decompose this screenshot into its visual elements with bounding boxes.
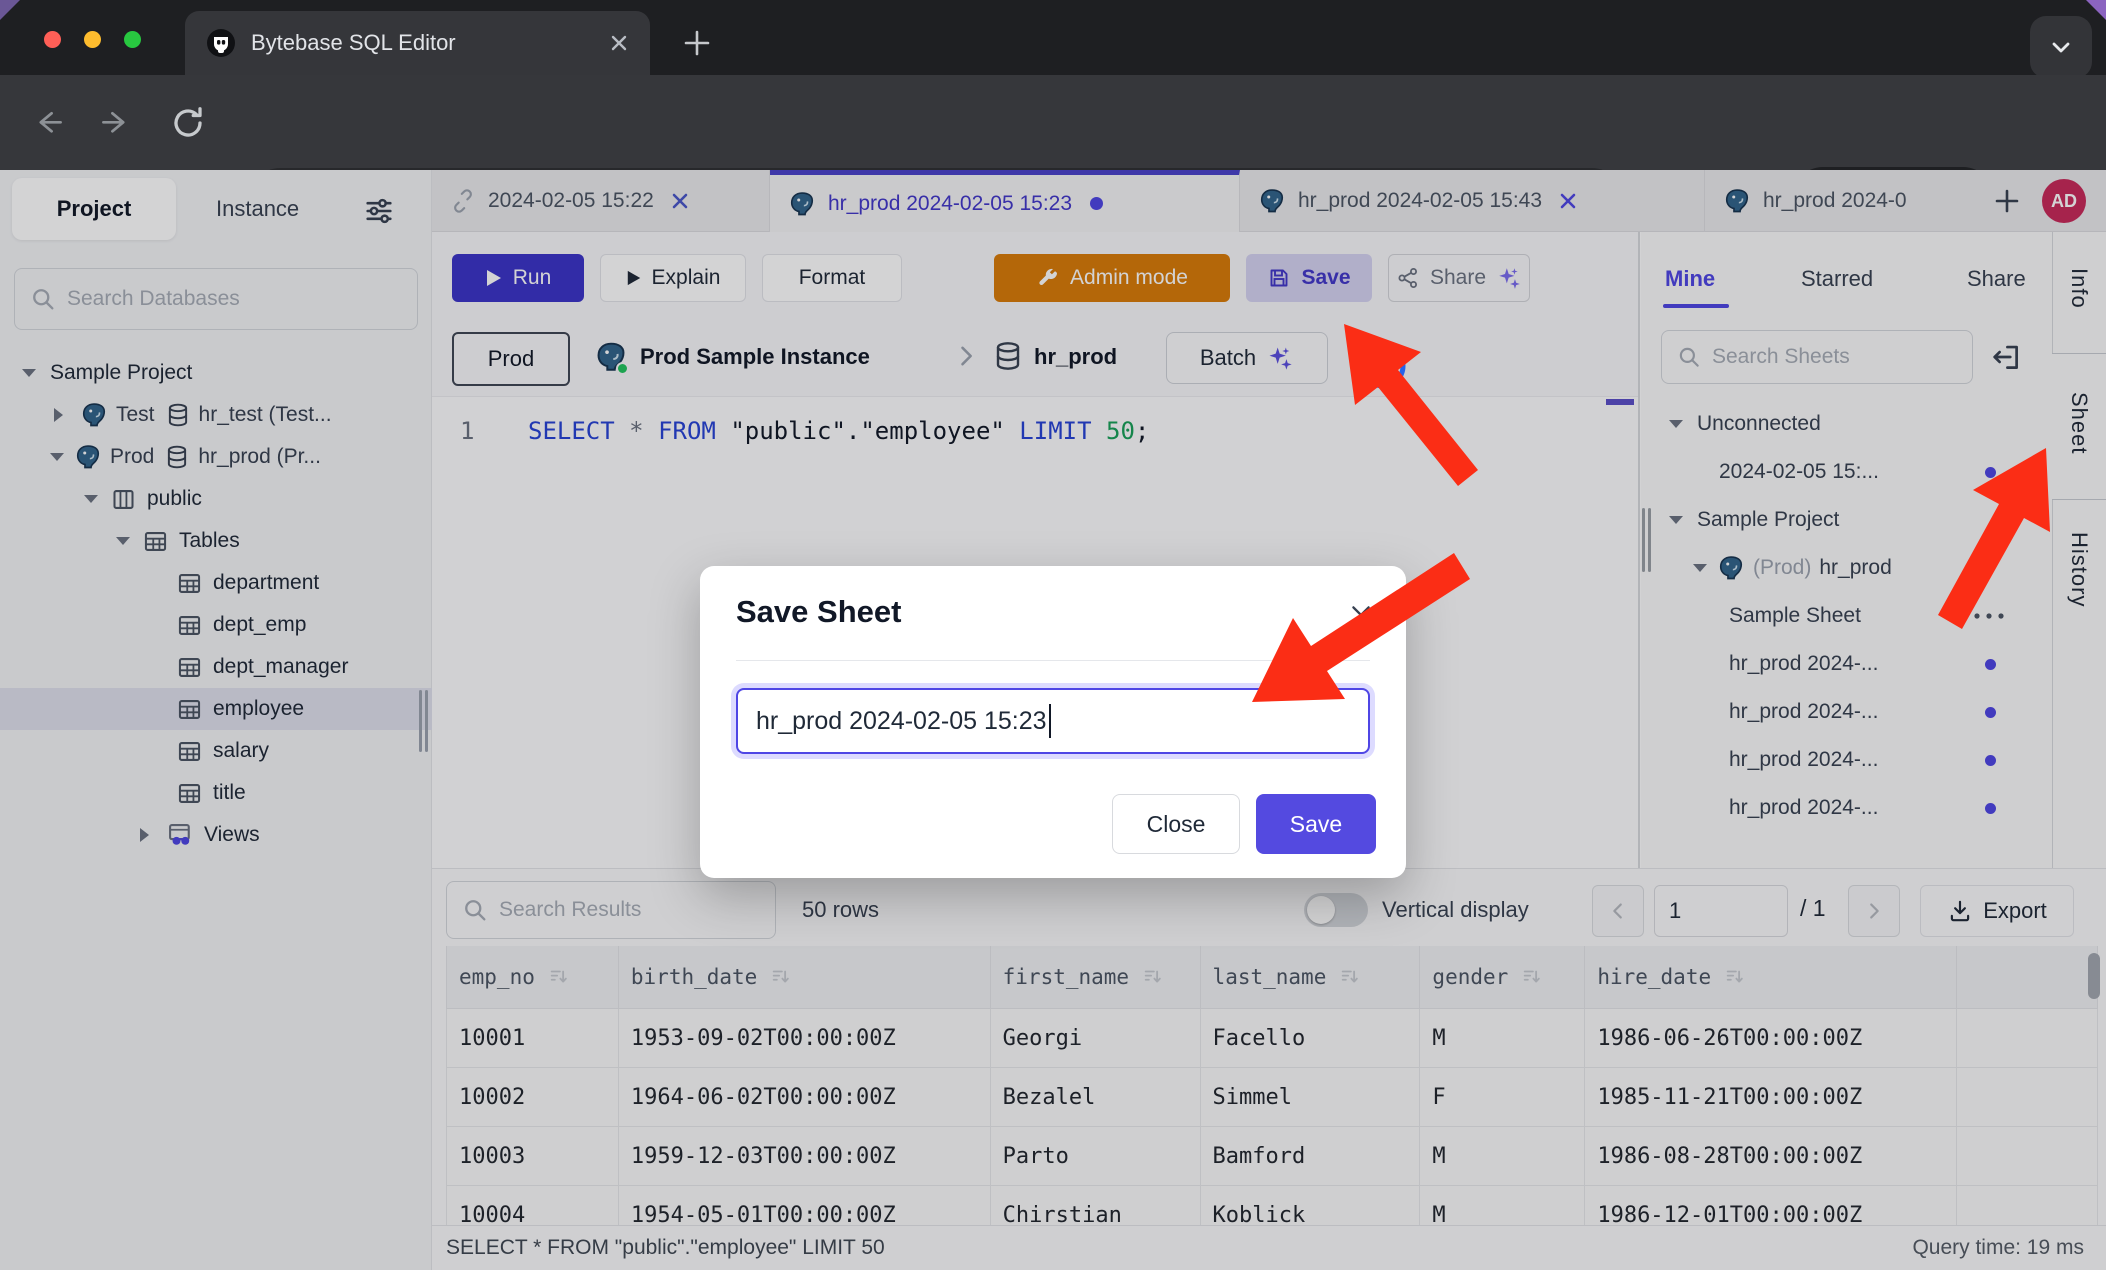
browser-tab-title: Bytebase SQL Editor xyxy=(251,30,608,56)
desktop-corner xyxy=(0,0,20,20)
tab-search-button[interactable] xyxy=(2030,16,2092,78)
text-caret xyxy=(1049,704,1051,738)
back-icon[interactable] xyxy=(30,107,66,139)
sheet-name-value: hr_prod 2024-02-05 15:23 xyxy=(756,707,1047,736)
modal-close-icon[interactable] xyxy=(1348,602,1374,628)
modal-save-button[interactable]: Save xyxy=(1256,794,1376,854)
zoom-window-button[interactable] xyxy=(124,31,141,48)
close-tab-icon[interactable] xyxy=(608,32,630,54)
chevron-down-icon xyxy=(2048,34,2074,60)
desktop-corner xyxy=(2086,0,2106,20)
modal-close-button[interactable]: Close xyxy=(1112,794,1240,854)
browser-toolbar: localhost:8080/sql-editor/prod-sample-in… xyxy=(0,75,2106,170)
browser-tab[interactable]: Bytebase SQL Editor xyxy=(185,11,650,75)
screen: Bytebase SQL Editor xyxy=(0,0,2106,1270)
bytebase-favicon xyxy=(205,27,237,59)
modal-title: Save Sheet xyxy=(736,594,901,630)
save-sheet-modal: Save Sheet hr_prod 2024-02-05 15:23 Clos… xyxy=(700,566,1406,878)
sheet-name-input[interactable]: hr_prod 2024-02-05 15:23 xyxy=(736,688,1370,754)
modal-divider xyxy=(736,660,1370,661)
reload-icon[interactable] xyxy=(170,105,206,141)
new-tab-button[interactable] xyxy=(680,26,714,60)
browser-tab-strip: Bytebase SQL Editor xyxy=(0,0,2106,75)
forward-icon[interactable] xyxy=(98,107,134,139)
close-window-button[interactable] xyxy=(44,31,61,48)
minimize-window-button[interactable] xyxy=(84,31,101,48)
